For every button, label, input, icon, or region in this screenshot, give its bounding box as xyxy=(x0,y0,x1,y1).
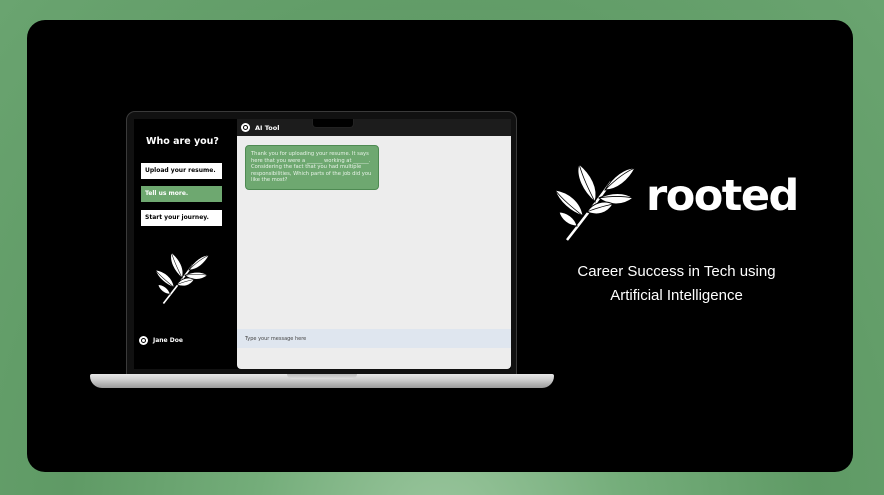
chat-panel: AI Tool Thank you for uploading your res… xyxy=(237,119,511,369)
sidebar: Who are you? Upload your resume. Tell us… xyxy=(134,119,231,369)
laptop-base-groove xyxy=(287,374,357,379)
laptop-base xyxy=(90,374,554,388)
brand-name: rooted xyxy=(646,171,799,221)
camera-notch xyxy=(312,119,354,128)
laptop-screen: Who are you? Upload your resume. Tell us… xyxy=(126,111,517,375)
brand-leaf-icon xyxy=(554,163,635,241)
sidebar-item-tell-us-more[interactable]: Tell us more. xyxy=(141,186,222,202)
ai-avatar-icon xyxy=(241,123,250,132)
tagline-line-2: Artificial Intelligence xyxy=(610,287,743,304)
app-display: Who are you? Upload your resume. Tell us… xyxy=(134,119,511,369)
chat-message-input[interactable] xyxy=(237,329,511,348)
sidebar-item-start-journey[interactable]: Start your journey. xyxy=(141,210,222,226)
tagline-line-1: Career Success in Tech using xyxy=(577,263,776,280)
sidebar-title: Who are you? xyxy=(146,136,219,147)
tagline: Career Success in Tech using Artificial … xyxy=(540,260,813,308)
chat-title: AI Tool xyxy=(255,123,280,132)
user-name: Jane Doe xyxy=(153,336,183,344)
chat-message: Thank you for uploading your resume. It … xyxy=(245,145,379,190)
sidebar-item-upload-resume[interactable]: Upload your resume. xyxy=(141,163,222,179)
leaf-branch-icon xyxy=(154,251,209,305)
chat-header: AI Tool xyxy=(237,119,511,136)
user-avatar-icon xyxy=(139,335,148,345)
user-profile[interactable]: Jane Doe xyxy=(139,333,229,347)
